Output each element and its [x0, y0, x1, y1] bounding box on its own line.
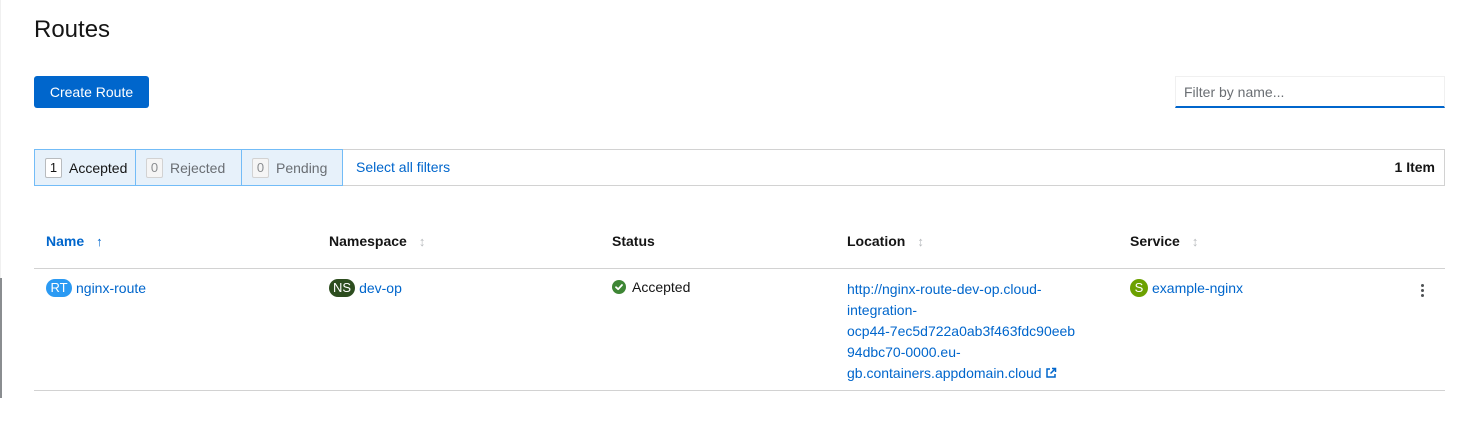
row-filter-count: 0 [146, 157, 163, 178]
check-circle-icon [612, 280, 626, 294]
route-name-cell: RT nginx-route [46, 279, 146, 297]
location-line: ocp44-7ec5d722a0ab3f463fdc90eeb [847, 323, 1076, 339]
column-header-label: Service [1130, 233, 1180, 249]
left-border-accent [0, 278, 2, 398]
kebab-dot [1420, 293, 1424, 297]
item-count: 1 Item [1394, 159, 1435, 175]
column-header-name[interactable]: Name ↑ [46, 233, 103, 249]
select-all-filters-link[interactable]: Select all filters [356, 159, 450, 175]
column-header-status: Status [612, 233, 655, 249]
external-link-icon [1045, 364, 1057, 385]
row-filter-label: Rejected [170, 159, 226, 176]
left-border [0, 0, 1, 278]
row-filter-count: 0 [252, 157, 269, 178]
location-line-last: gb.containers.appdomain.cloud [847, 363, 1097, 385]
location-line: gb.containers.appdomain.cloud [847, 365, 1042, 381]
location-line: integration- [847, 302, 918, 318]
column-header-label: Location [847, 233, 906, 249]
service-link[interactable]: example-nginx [1152, 280, 1243, 296]
sort-icon: ↕ [917, 233, 924, 249]
column-header-label: Namespace [329, 233, 407, 249]
route-name-link[interactable]: nginx-route [76, 280, 146, 296]
routes-page: Routes Create Route 1 Accepted 0 Rejecte… [0, 0, 1470, 443]
rt-badge: RT [46, 279, 72, 297]
create-route-button[interactable]: Create Route [34, 76, 149, 108]
s-badge: S [1130, 279, 1148, 297]
column-header-location[interactable]: Location ↕ [847, 233, 924, 249]
column-header-label: Name [46, 233, 85, 249]
sort-icon: ↕ [418, 233, 426, 249]
row-filter-label: Accepted [69, 159, 128, 176]
row-filter-bar: 1 Accepted 0 Rejected 0 Pending Select a… [34, 149, 1445, 186]
arrow-up-icon: ↑ [96, 233, 103, 249]
ns-badge: NS [329, 279, 356, 297]
status-text: Accepted [632, 279, 691, 295]
status-cell: Accepted [612, 279, 690, 295]
page-title: Routes [34, 16, 111, 43]
location-line: http://nginx-route-dev-op.cloud- [847, 281, 1042, 297]
namespace-cell: NS dev-op [329, 279, 402, 297]
column-header-label: Status [612, 233, 655, 249]
row-filter-accepted[interactable]: 1 Accepted [34, 149, 136, 186]
row-filter-label: Pending [276, 159, 328, 176]
filter-by-name-input[interactable] [1175, 76, 1445, 108]
kebab-dot [1420, 283, 1424, 287]
location-link[interactable]: http://nginx-route-dev-op.cloud- integra… [847, 279, 1097, 385]
column-header-namespace[interactable]: Namespace ↕ [329, 233, 425, 249]
namespace-link[interactable]: dev-op [359, 280, 402, 296]
location-line: 94dbc70-0000.eu- [847, 344, 961, 360]
column-header-service[interactable]: Service ↕ [1130, 233, 1198, 249]
location-cell: http://nginx-route-dev-op.cloud- integra… [847, 279, 1097, 385]
kebab-dot [1420, 288, 1424, 292]
table-header-divider [34, 268, 1445, 269]
row-filter-rejected[interactable]: 0 Rejected [135, 149, 242, 186]
row-filter-count: 1 [45, 157, 62, 178]
service-cell: S example-nginx [1130, 279, 1243, 297]
table-row-divider [34, 390, 1445, 391]
kebab-menu-icon[interactable] [1414, 280, 1430, 300]
row-filter-pending[interactable]: 0 Pending [241, 149, 343, 186]
sort-icon: ↕ [1191, 233, 1199, 249]
